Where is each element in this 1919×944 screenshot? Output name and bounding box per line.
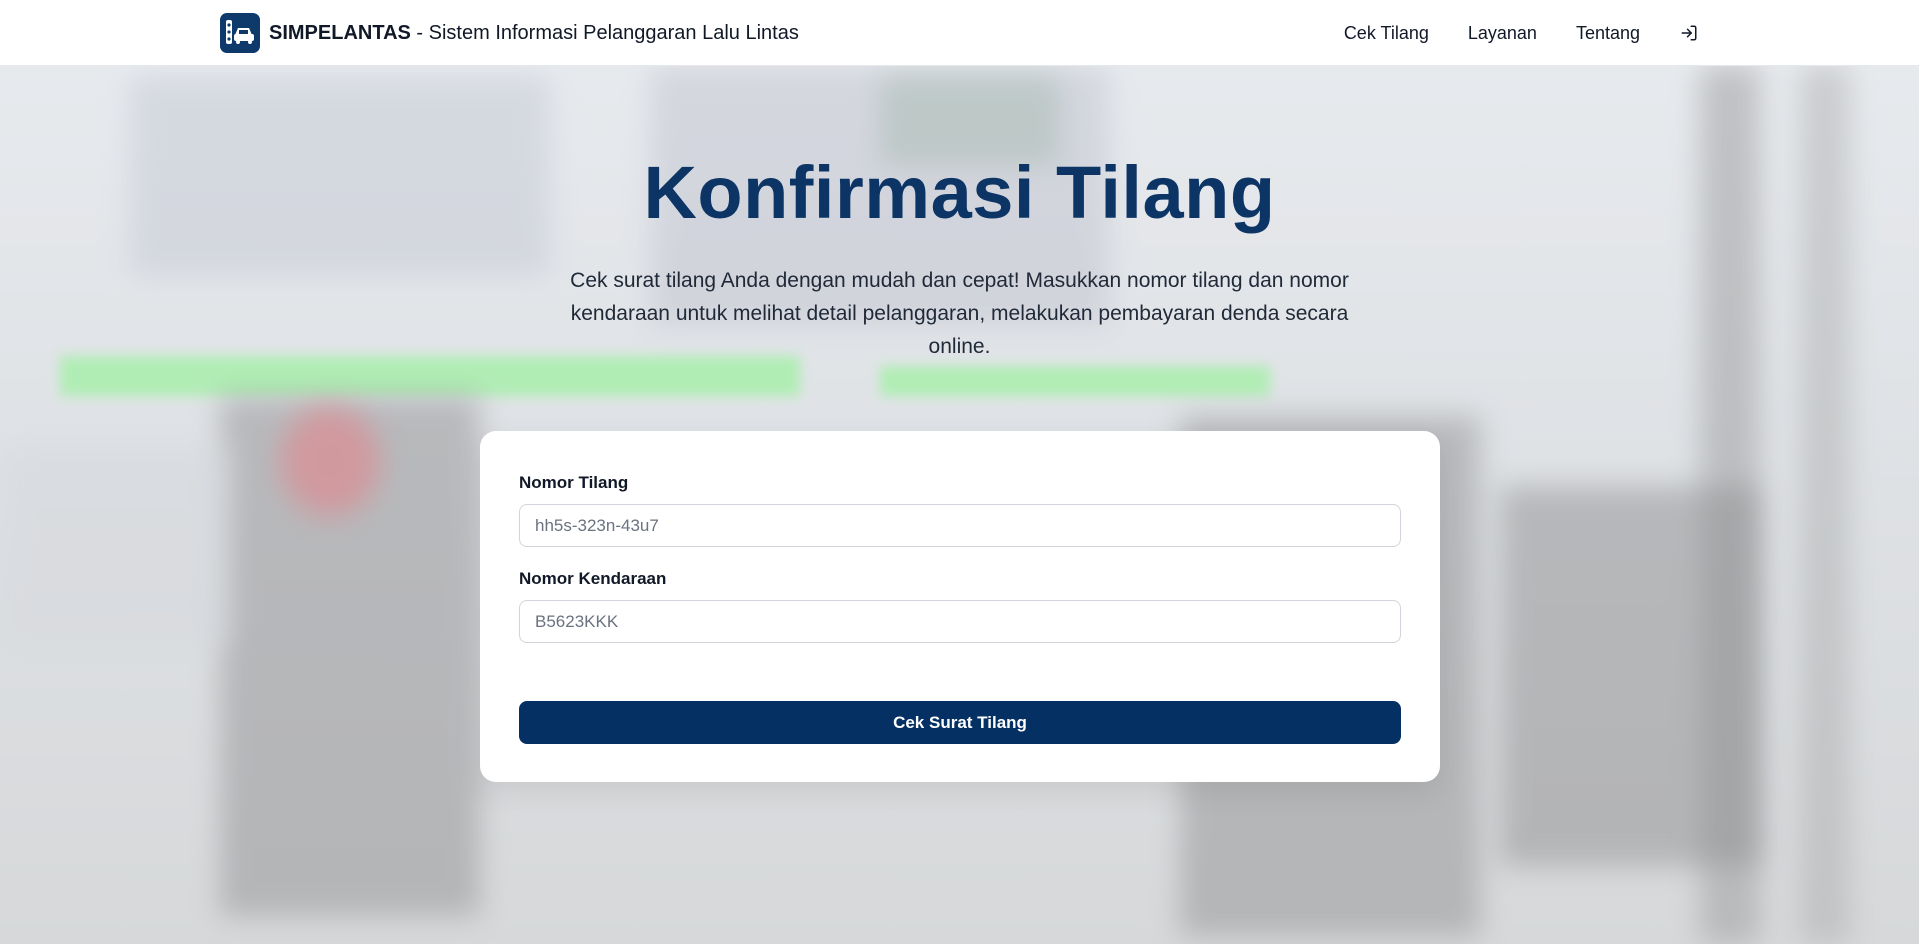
check-ticket-button[interactable]: Cek Surat Tilang [519,701,1401,744]
ticket-number-input[interactable] [519,504,1401,547]
ticket-check-form: Nomor Tilang Nomor Kendaraan Cek Surat T… [480,431,1440,782]
nav-tentang[interactable]: Tentang [1576,23,1640,44]
sign-in-icon[interactable] [1679,23,1699,43]
nav-cek-tilang[interactable]: Cek Tilang [1344,23,1429,44]
ticket-number-label: Nomor Tilang [519,473,629,492]
car-traffic-light-icon [220,13,260,53]
brand-title: SIMPELANTAS - Sistem Informasi Pelanggar… [269,22,799,45]
nav-layanan[interactable]: Layanan [1468,23,1537,44]
brand[interactable]: SIMPELANTAS - Sistem Informasi Pelanggar… [220,13,799,53]
page-title: Konfirmasi Tilang [643,151,1276,234]
brand-name: SIMPELANTAS [269,21,411,44]
navbar: SIMPELANTAS - Sistem Informasi Pelanggar… [0,0,1919,66]
page-subtitle: Cek surat tilang Anda dengan mudah dan c… [570,269,1349,358]
vehicle-number-input[interactable] [519,600,1401,643]
main-nav: Cek Tilang Layanan Tentang [1305,0,1699,66]
vehicle-number-label: Nomor Kendaraan [519,569,667,588]
brand-tagline: - Sistem Informasi Pelanggaran Lalu Lint… [410,21,799,44]
